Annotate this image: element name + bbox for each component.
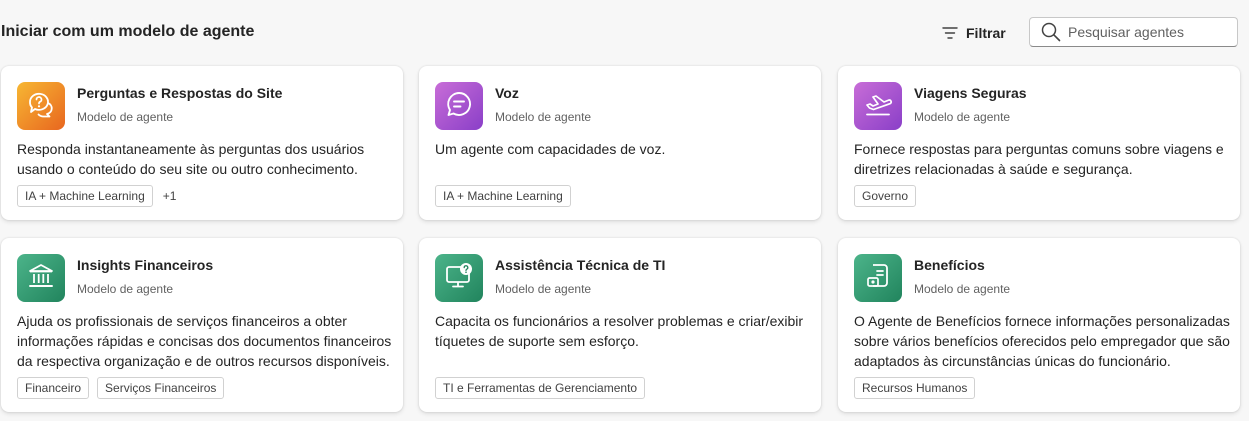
agent-name: Assistência Técnica de TI	[495, 257, 666, 273]
agent-card-site-qa[interactable]: Perguntas e Respostas do Site Modelo de …	[1, 66, 403, 220]
agent-description: Responda instantaneamente às perguntas d…	[17, 141, 365, 177]
page-title: Iniciar com um modelo de agente	[1, 23, 255, 40]
filter-label: Filtrar	[966, 25, 1006, 41]
tag: Governo	[854, 185, 917, 207]
agent-name: Voz	[495, 85, 519, 101]
agent-card-voice[interactable]: Voz Modelo de agente Um agente com capac…	[419, 66, 821, 220]
tag-list: IA + Machine Learning	[435, 185, 571, 207]
agent-description: O Agente de Benefícios fornece informaçõ…	[854, 313, 1230, 369]
agent-tile	[435, 254, 483, 302]
agent-type: Modelo de agente	[495, 282, 592, 296]
tag-list: Financeiro Serviços Financeiros	[17, 377, 225, 399]
agent-type: Modelo de agente	[495, 110, 592, 124]
agent-card-financial-insights[interactable]: Insights Financeiros Modelo de agente Aj…	[1, 238, 403, 412]
tag: TI e Ferramentas de Gerenciamento	[435, 377, 646, 399]
agent-card-benefits[interactable]: Benefícios Modelo de agente O Agente de …	[838, 238, 1240, 412]
tag-list: Recursos Humanos	[854, 377, 976, 399]
more-tags-count[interactable]: +1	[161, 189, 177, 203]
tag: Serviços Financeiros	[97, 377, 225, 399]
agent-description: Ajuda os profissionais de serviços finan…	[17, 313, 392, 369]
benefits-document-icon	[864, 262, 892, 295]
agent-name: Benefícios	[914, 257, 985, 273]
tag: IA + Machine Learning	[435, 185, 571, 207]
search-input[interactable]	[1068, 24, 1228, 40]
computer-help-icon	[444, 262, 474, 295]
page-header: Iniciar com um modelo de agente Filtrar	[0, 0, 1249, 66]
filter-icon	[942, 26, 958, 40]
bank-icon	[27, 262, 55, 295]
agent-name: Viagens Seguras	[914, 85, 1027, 101]
agent-type: Modelo de agente	[77, 110, 174, 124]
agent-name: Perguntas e Respostas do Site	[77, 85, 283, 101]
filter-button[interactable]: Filtrar	[942, 22, 1006, 44]
agent-type: Modelo de agente	[77, 282, 174, 296]
search-box[interactable]	[1029, 17, 1238, 47]
airplane-icon	[863, 91, 893, 122]
tag: IA + Machine Learning	[17, 185, 153, 207]
agent-tile	[17, 254, 65, 302]
agent-card-safe-travel[interactable]: Viagens Seguras Modelo de agente Fornece…	[838, 66, 1240, 220]
question-chat-icon	[26, 90, 56, 123]
search-icon	[1041, 22, 1061, 42]
agent-description: Fornece respostas para perguntas comuns …	[854, 141, 1224, 177]
agent-card-it-helpdesk[interactable]: Assistência Técnica de TI Modelo de agen…	[419, 238, 821, 412]
tag-list: Governo	[854, 185, 917, 207]
agent-type: Modelo de agente	[914, 282, 1011, 296]
tag-list: TI e Ferramentas de Gerenciamento	[435, 377, 646, 399]
agent-description: Um agente com capacidades de voz.	[435, 141, 666, 157]
agent-tile	[17, 82, 65, 130]
tag: Recursos Humanos	[854, 377, 976, 399]
tag-list: IA + Machine Learning +1	[17, 185, 176, 207]
chat-bubble-icon	[445, 90, 473, 123]
agent-name: Insights Financeiros	[77, 257, 214, 273]
agent-tile	[854, 82, 902, 130]
tag: Financeiro	[17, 377, 90, 399]
agent-type: Modelo de agente	[914, 110, 1011, 124]
agent-tile	[435, 82, 483, 130]
agent-tile	[854, 254, 902, 302]
agent-description: Capacita os funcionários a resolver prob…	[435, 313, 804, 349]
